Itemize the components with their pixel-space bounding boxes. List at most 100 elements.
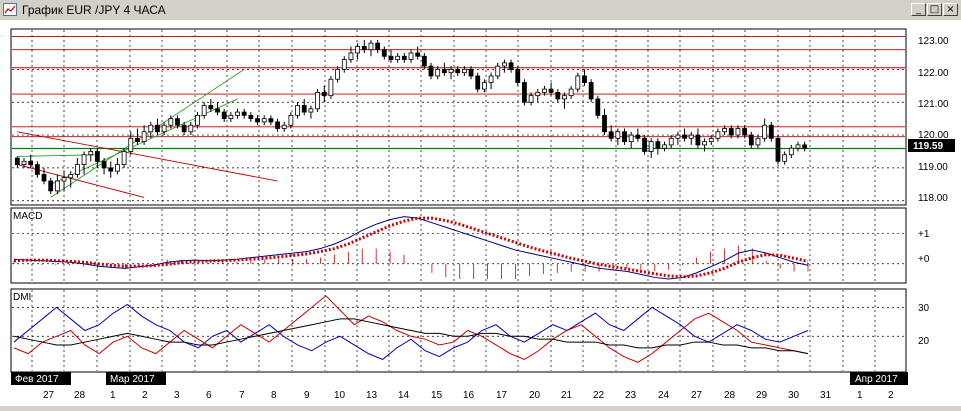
price-label-118: 118.00 xyxy=(918,193,948,204)
day-label: 9 xyxy=(304,390,310,401)
candle-body xyxy=(548,88,554,93)
candle-body xyxy=(68,174,74,179)
candle-body xyxy=(301,105,307,113)
day-label: 15 xyxy=(431,390,443,401)
price-label-122: 122.00 xyxy=(918,68,949,79)
candle-body xyxy=(101,160,107,169)
candle-body xyxy=(648,141,654,152)
candle-body xyxy=(802,144,808,149)
candle-body xyxy=(682,134,687,139)
candle-body xyxy=(168,118,174,126)
day-label: 2 xyxy=(142,390,148,401)
candle-body xyxy=(722,128,727,133)
candle-body xyxy=(288,114,294,126)
candle-body xyxy=(461,68,467,74)
candle-body xyxy=(715,131,721,139)
candle-body xyxy=(335,68,341,80)
candle-body xyxy=(148,124,154,133)
day-label: 21 xyxy=(561,390,573,401)
candle-body xyxy=(568,88,574,97)
candle-body xyxy=(395,55,401,60)
candle-body xyxy=(622,131,627,143)
candle-body xyxy=(401,55,407,60)
day-label: 6 xyxy=(206,390,212,401)
close-button[interactable]: × xyxy=(943,3,958,16)
candle-body xyxy=(562,95,567,100)
day-label: 28 xyxy=(724,390,736,401)
current-price-label: 119.59 xyxy=(913,141,943,152)
maximize-button[interactable]: □ xyxy=(927,3,942,16)
day-label: 8 xyxy=(271,390,277,401)
candle-body xyxy=(188,124,194,133)
candle-body xyxy=(28,160,34,166)
candle-body xyxy=(261,118,267,123)
candle-body xyxy=(702,141,707,146)
candle-body xyxy=(81,154,87,166)
candle-body xyxy=(281,124,287,129)
price-label-123: 123.00 xyxy=(918,36,949,47)
candle-body xyxy=(221,111,227,120)
candle-body xyxy=(228,114,234,120)
candle-body xyxy=(321,91,327,97)
candle-body xyxy=(208,105,214,110)
month-label-apr: Апр 2017 xyxy=(855,374,898,385)
candle-body xyxy=(54,180,60,192)
candle-body xyxy=(488,75,494,83)
price-label-121: 121.00 xyxy=(918,99,949,110)
candle-body xyxy=(795,144,801,149)
dmi-panel-frame xyxy=(10,288,907,373)
day-label: 28 xyxy=(74,390,86,401)
candle-body xyxy=(728,128,734,136)
candle-body xyxy=(141,131,147,143)
candle-body xyxy=(528,95,534,103)
chart-svg[interactable]: 123.00 122.00 121.00 120.00 119.00 118.0… xyxy=(0,20,961,406)
candle-body xyxy=(742,128,748,136)
candle-body xyxy=(128,137,134,152)
candle-body xyxy=(108,167,114,172)
candle-body xyxy=(788,147,794,156)
candle-body xyxy=(201,105,207,116)
candle-body xyxy=(255,118,260,123)
candle-body xyxy=(522,82,527,103)
candle-body xyxy=(735,128,741,136)
candle-body xyxy=(34,164,40,175)
price-label-119: 119.00 xyxy=(918,162,948,173)
candle-body xyxy=(14,157,20,166)
day-label: 27 xyxy=(691,390,703,401)
candle-body xyxy=(215,108,220,113)
minimize-button[interactable]: _ xyxy=(911,3,926,16)
candle-body xyxy=(241,111,247,116)
chart-area[interactable]: 123.00 122.00 121.00 120.00 119.00 118.0… xyxy=(0,20,961,406)
candle-body xyxy=(595,98,601,116)
candle-body xyxy=(248,114,254,120)
candle-body xyxy=(375,42,381,51)
candle-body xyxy=(88,151,94,156)
candle-body xyxy=(455,68,461,74)
candle-body xyxy=(181,124,187,133)
window-titlebar[interactable]: График EUR /JPY 4 ЧАСА _ □ × xyxy=(0,0,961,21)
candle-body xyxy=(135,137,140,143)
candle-body xyxy=(161,124,167,133)
candle-body xyxy=(775,137,781,162)
day-label: 27 xyxy=(43,390,55,401)
candle-body xyxy=(475,75,481,90)
candle-body xyxy=(61,177,67,182)
day-label: 17 xyxy=(496,390,508,401)
candle-body xyxy=(275,121,280,129)
day-label: 24 xyxy=(658,390,670,401)
candle-body xyxy=(415,52,421,57)
macd-label-plus1: +1 xyxy=(918,229,930,240)
candle-body xyxy=(408,52,414,60)
candle-body xyxy=(708,137,714,143)
candle-body xyxy=(235,111,240,116)
window-title: График EUR /JPY 4 ЧАСА xyxy=(22,3,166,17)
candle-body xyxy=(74,164,80,175)
candle-body xyxy=(602,114,607,133)
candle-body xyxy=(615,131,621,139)
candle-body xyxy=(328,78,334,97)
dmi-label-20: 20 xyxy=(918,336,930,347)
candle-body xyxy=(675,134,681,139)
candle-body xyxy=(468,68,474,77)
day-label: 2 xyxy=(888,390,894,401)
candle-body xyxy=(502,62,507,67)
